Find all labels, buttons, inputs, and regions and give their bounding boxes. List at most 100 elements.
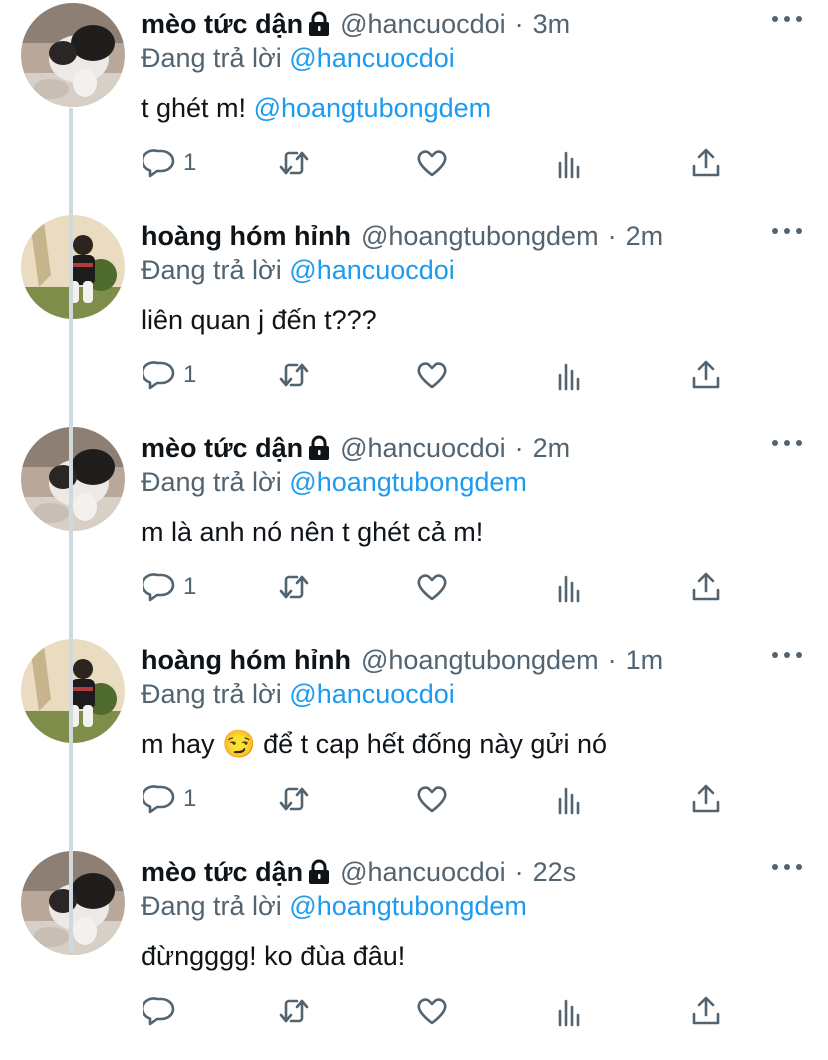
analytics-button[interactable]	[554, 991, 586, 1031]
reply-prefix: Đang trả lời	[141, 255, 282, 285]
tweet[interactable]: mèo tức dận @hancuocdoi · 2m Đang trả lời @h…	[0, 424, 828, 636]
like-button[interactable]	[416, 143, 448, 183]
display-name[interactable]: mèo tức dận	[141, 852, 303, 892]
reply-prefix: Đang trả lời	[141, 679, 282, 709]
reply-to-mention[interactable]: @hancuocdoi	[289, 679, 455, 709]
tweet[interactable]: hoàng hóm hỉnh @hoangtubongdem · 1m Đang trả…	[0, 636, 828, 848]
tweet[interactable]: hoàng hóm hỉnh @hoangtubongdem · 2m Đang trả…	[0, 212, 828, 424]
tweet-text: đừngggg! ko đùa đâu!	[141, 936, 405, 976]
reply-to-mention[interactable]: @hoangtubongdem	[289, 891, 527, 921]
tweet-text: liên quan j đến t???	[141, 300, 377, 340]
tweet-text: t ghét m! @hoangtubongdem	[141, 88, 491, 128]
display-name[interactable]: hoàng hóm hỉnh	[141, 216, 351, 256]
tweet-text-content: đừngggg! ko đùa đâu!	[141, 941, 406, 971]
share-button[interactable]	[690, 567, 722, 607]
share-icon	[690, 995, 722, 1027]
reply-button[interactable]: 1	[143, 143, 196, 183]
tweet-timestamp[interactable]: 2m	[626, 216, 664, 256]
reply-prefix: Đang trả lời	[141, 467, 282, 497]
more-icon[interactable]	[772, 226, 802, 236]
tweet[interactable]: mèo tức dận @hancuocdoi · 3m Đang trả lời @h…	[0, 0, 828, 212]
heart-icon	[416, 995, 448, 1027]
analytics-button[interactable]	[554, 355, 586, 395]
retweet-button[interactable]	[278, 355, 310, 395]
separator-dot: ·	[514, 9, 524, 39]
tweet-actions: 1	[0, 779, 828, 819]
lock-icon	[308, 11, 330, 37]
reply-to-mention[interactable]: @hancuocdoi	[289, 43, 455, 73]
like-button[interactable]	[416, 991, 448, 1031]
tweet-actions: 1	[0, 355, 828, 395]
heart-icon	[416, 359, 448, 391]
reply-icon	[143, 359, 175, 391]
analytics-icon	[554, 147, 586, 179]
share-icon	[690, 147, 722, 179]
reply-button[interactable]: 1	[143, 567, 196, 607]
more-icon[interactable]	[772, 650, 802, 660]
user-handle[interactable]: @hoangtubongdem	[361, 216, 599, 256]
tweet-timestamp[interactable]: 3m	[533, 4, 571, 44]
tweet-timestamp[interactable]: 2m	[533, 428, 571, 468]
share-button[interactable]	[690, 779, 722, 819]
separator-dot: ·	[607, 645, 617, 675]
like-button[interactable]	[416, 567, 448, 607]
reply-context: Đang trả lời @hancuocdoi	[141, 252, 455, 288]
tweet-timestamp[interactable]: 1m	[626, 640, 664, 680]
reply-context: Đang trả lời @hoangtubongdem	[141, 464, 527, 500]
retweet-icon	[278, 995, 310, 1027]
more-icon[interactable]	[772, 438, 802, 448]
tweet-text: m hay 😏 để t cap hết đống này gửi nó	[141, 724, 607, 764]
share-icon	[690, 359, 722, 391]
user-handle[interactable]: @hancuocdoi	[340, 428, 506, 468]
reply-button[interactable]	[143, 991, 175, 1031]
retweet-button[interactable]	[278, 779, 310, 819]
share-icon	[690, 783, 722, 815]
user-handle[interactable]: @hancuocdoi	[340, 4, 506, 44]
avatar[interactable]	[21, 639, 125, 743]
heart-icon	[416, 571, 448, 603]
heart-icon	[416, 783, 448, 815]
tweet-header: mèo tức dận @hancuocdoi · 2m	[141, 428, 570, 468]
separator-dot: ·	[514, 857, 524, 887]
reply-prefix: Đang trả lời	[141, 43, 282, 73]
share-button[interactable]	[690, 991, 722, 1031]
tweet-timestamp[interactable]: 22s	[533, 852, 577, 892]
reply-count: 1	[183, 361, 197, 388]
reply-prefix: Đang trả lời	[141, 891, 282, 921]
avatar[interactable]	[21, 3, 125, 107]
tweet-text-content: m là anh nó nên t ghét cả m!	[141, 517, 484, 547]
retweet-icon	[278, 147, 310, 179]
retweet-button[interactable]	[278, 567, 310, 607]
retweet-button[interactable]	[278, 991, 310, 1031]
reply-count: 1	[183, 785, 197, 812]
reply-count: 1	[183, 149, 197, 176]
text-mention[interactable]: @hoangtubongdem	[254, 93, 492, 123]
tweet-header: hoàng hóm hỉnh @hoangtubongdem · 2m	[141, 216, 663, 256]
like-button[interactable]	[416, 779, 448, 819]
analytics-button[interactable]	[554, 143, 586, 183]
like-button[interactable]	[416, 355, 448, 395]
share-button[interactable]	[690, 355, 722, 395]
analytics-button[interactable]	[554, 779, 586, 819]
reply-button[interactable]: 1	[143, 779, 196, 819]
display-name[interactable]: mèo tức dận	[141, 428, 303, 468]
tweet[interactable]: mèo tức dận @hancuocdoi · 22s Đang trả lời @…	[0, 848, 828, 1060]
reply-to-mention[interactable]: @hancuocdoi	[289, 255, 455, 285]
more-icon[interactable]	[772, 862, 802, 872]
user-handle[interactable]: @hoangtubongdem	[361, 640, 599, 680]
share-button[interactable]	[690, 143, 722, 183]
share-icon	[690, 571, 722, 603]
display-name[interactable]: mèo tức dận	[141, 4, 303, 44]
retweet-button[interactable]	[278, 143, 310, 183]
display-name[interactable]: hoàng hóm hỉnh	[141, 640, 351, 680]
reply-to-mention[interactable]: @hoangtubongdem	[289, 467, 527, 497]
tweet-header: mèo tức dận @hancuocdoi · 3m	[141, 4, 570, 44]
avatar[interactable]	[21, 215, 125, 319]
thread-connector	[69, 108, 73, 952]
analytics-button[interactable]	[554, 567, 586, 607]
avatar[interactable]	[21, 427, 125, 531]
reply-button[interactable]: 1	[143, 355, 196, 395]
avatar[interactable]	[21, 851, 125, 955]
user-handle[interactable]: @hancuocdoi	[340, 852, 506, 892]
more-icon[interactable]	[772, 14, 802, 24]
